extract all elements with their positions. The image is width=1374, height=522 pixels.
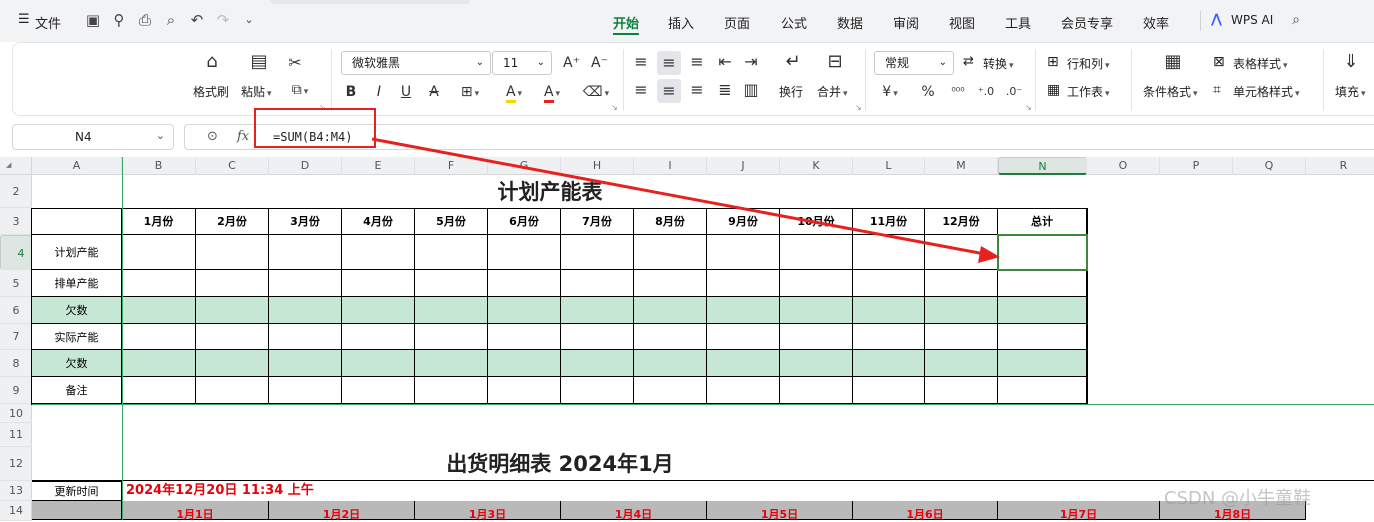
annotation-arrow [371, 137, 1000, 263]
arrow-head [978, 246, 1000, 263]
watermark: CSDN @小牛童鞋 [1164, 488, 1312, 509]
arrow-line [371, 137, 991, 257]
